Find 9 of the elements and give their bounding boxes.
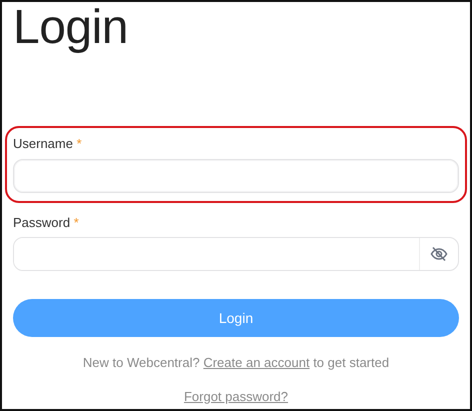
create-account-link[interactable]: Create an account xyxy=(203,355,310,370)
password-field[interactable] xyxy=(13,237,459,271)
page-title: Login xyxy=(13,4,129,52)
signup-sentence: New to Webcentral? Create an account to get started xyxy=(82,354,390,372)
forgot-password-link[interactable]: Forgot password? xyxy=(184,388,288,404)
login-button[interactable]: Login xyxy=(13,299,459,337)
username-field[interactable] xyxy=(13,158,459,192)
field-label: Username * xyxy=(13,135,83,153)
field-label: Password * xyxy=(13,214,80,232)
